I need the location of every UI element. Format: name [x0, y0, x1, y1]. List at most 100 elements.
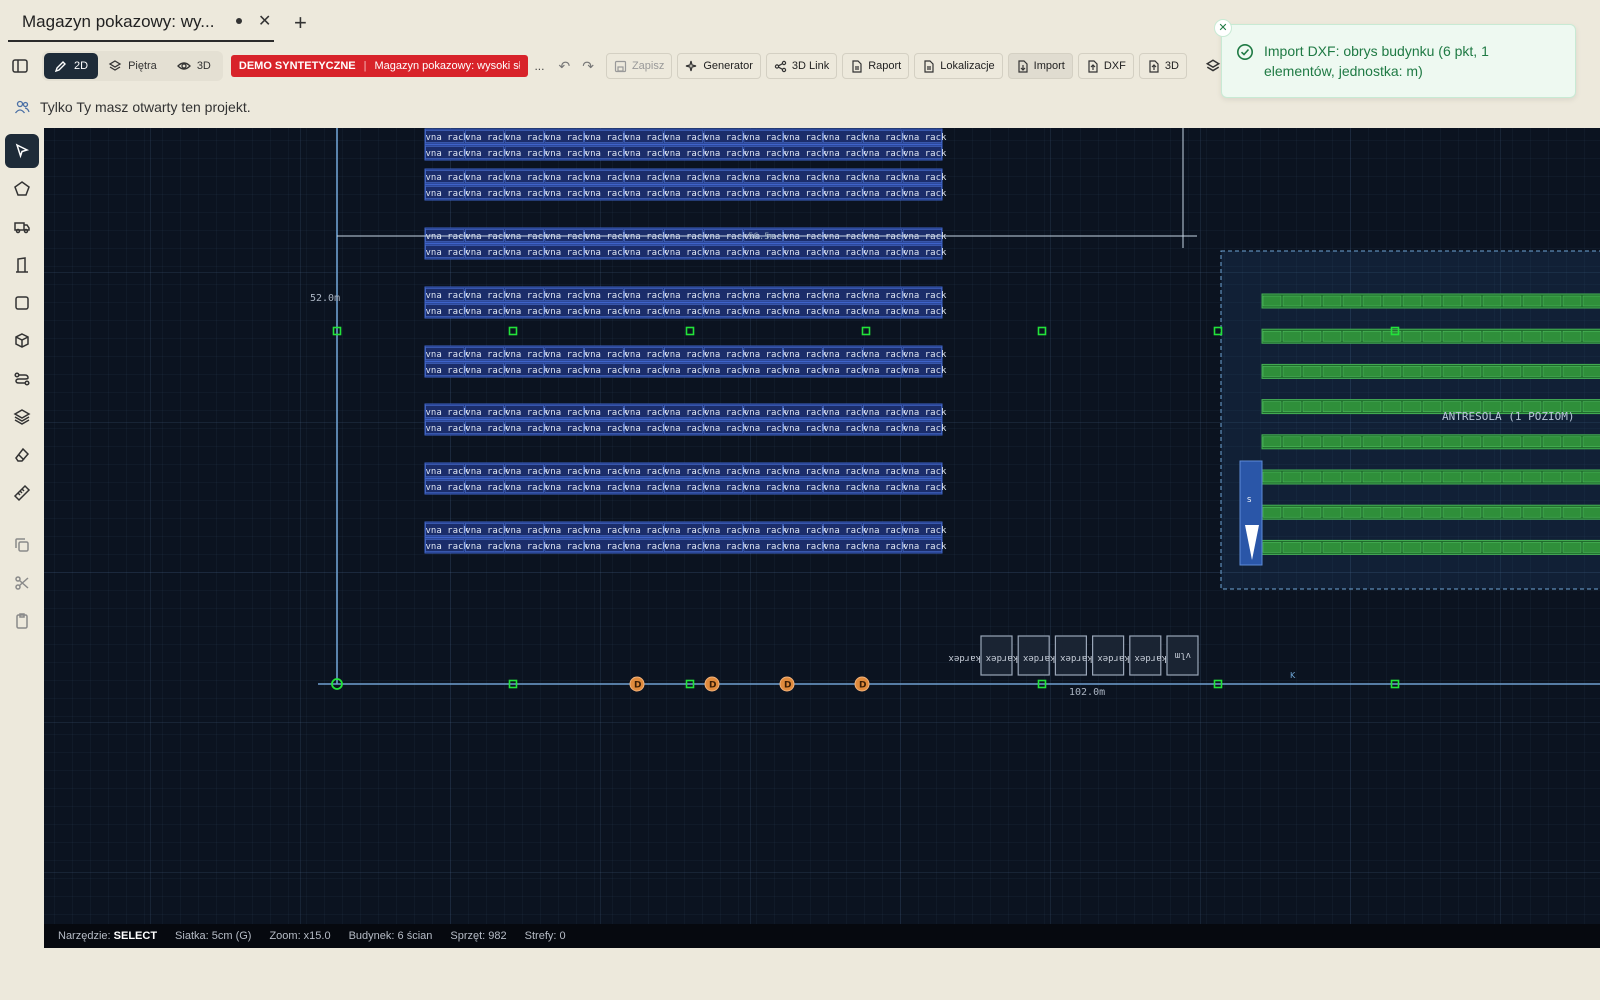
green-rack-bay[interactable]	[1342, 401, 1362, 412]
green-rack-bay[interactable]	[1462, 471, 1482, 483]
green-rack-bay[interactable]	[1482, 295, 1502, 307]
green-rack-bay[interactable]	[1402, 436, 1422, 448]
green-rack-bay[interactable]	[1282, 506, 1302, 518]
green-rack-bay[interactable]	[1402, 542, 1422, 553]
vehicle-tool-button[interactable]	[5, 210, 39, 244]
green-rack-bay[interactable]	[1362, 542, 1382, 553]
green-rack-bay[interactable]	[1402, 471, 1422, 483]
green-rack-bay[interactable]	[1282, 366, 1302, 377]
green-rack-bay[interactable]	[1262, 542, 1282, 553]
green-rack-bay[interactable]	[1322, 471, 1342, 483]
green-rack-bay[interactable]	[1442, 542, 1462, 553]
green-rack-bay[interactable]	[1562, 542, 1582, 553]
new-tab-button[interactable]: +	[294, 10, 307, 36]
mode-3d-button[interactable]: 3D	[167, 53, 221, 79]
green-rack-bay[interactable]	[1382, 401, 1402, 412]
green-rack-bay[interactable]	[1322, 401, 1342, 412]
green-rack-bay[interactable]	[1542, 506, 1562, 518]
green-rack-bay[interactable]	[1582, 471, 1600, 483]
redo-icon[interactable]: ↷	[582, 58, 594, 75]
green-rack-bay[interactable]	[1502, 366, 1522, 377]
green-rack-bay[interactable]	[1262, 471, 1282, 483]
green-rack-bay[interactable]	[1582, 436, 1600, 448]
green-rack-bay[interactable]	[1522, 471, 1542, 483]
green-rack-bay[interactable]	[1342, 295, 1362, 307]
cut-button[interactable]	[5, 566, 39, 600]
green-rack-bay[interactable]	[1362, 436, 1382, 448]
green-rack-bay[interactable]	[1262, 506, 1282, 518]
green-rack-bay[interactable]	[1362, 366, 1382, 377]
green-rack-bay[interactable]	[1482, 542, 1502, 553]
green-rack-bay[interactable]	[1582, 542, 1600, 553]
green-rack-bay[interactable]	[1342, 436, 1362, 448]
green-rack-bay[interactable]	[1462, 295, 1482, 307]
green-rack-bay[interactable]	[1582, 506, 1600, 518]
green-rack-bay[interactable]	[1502, 295, 1522, 307]
green-rack-bay[interactable]	[1422, 295, 1442, 307]
kardex-units[interactable]: kardex kardex kardex kardex kardex kardex vlm	[948, 635, 1199, 676]
copy-button[interactable]	[5, 528, 39, 562]
green-rack-bay[interactable]	[1362, 330, 1382, 342]
green-rack-bay[interactable]	[1262, 330, 1282, 342]
green-rack-bay[interactable]	[1542, 330, 1562, 342]
green-rack-bay[interactable]	[1282, 401, 1302, 412]
green-rack-bay[interactable]	[1322, 506, 1342, 518]
green-rack-bay[interactable]	[1542, 366, 1562, 377]
green-rack-bay[interactable]	[1422, 506, 1442, 518]
green-rack-bay[interactable]	[1322, 542, 1342, 553]
green-rack-bay[interactable]	[1422, 471, 1442, 483]
green-rack-bay[interactable]	[1502, 330, 1522, 342]
green-rack-bay[interactable]	[1302, 401, 1322, 412]
green-rack-bay[interactable]	[1522, 330, 1542, 342]
green-rack-bay[interactable]	[1262, 295, 1282, 307]
vna-rack-group[interactable]: vna rackvna rackvna rackvna rackvna rack…	[424, 128, 947, 554]
green-rack-bay[interactable]	[1462, 542, 1482, 553]
green-rack-bay[interactable]	[1522, 366, 1542, 377]
green-rack-bay[interactable]	[1282, 330, 1302, 342]
project-tab[interactable]: Magazyn pokazowy: wy... ✕	[8, 4, 274, 42]
green-rack-bay[interactable]	[1282, 295, 1302, 307]
green-rack-bay[interactable]	[1522, 295, 1542, 307]
green-rack-bay[interactable]	[1562, 471, 1582, 483]
paste-button[interactable]	[5, 604, 39, 638]
green-rack-bay[interactable]	[1322, 436, 1342, 448]
select-tool-button[interactable]	[5, 134, 39, 168]
green-rack-bay[interactable]	[1582, 366, 1600, 377]
green-rack-bay[interactable]	[1422, 401, 1442, 412]
green-rack-bay[interactable]	[1462, 366, 1482, 377]
green-rack-bay[interactable]	[1562, 436, 1582, 448]
route-tool-button[interactable]	[5, 362, 39, 396]
green-rack-bay[interactable]	[1322, 330, 1342, 342]
green-rack-bay[interactable]	[1302, 436, 1322, 448]
green-rack-bay[interactable]	[1442, 471, 1462, 483]
green-rack-bay[interactable]	[1422, 436, 1442, 448]
green-rack-bay[interactable]	[1342, 471, 1362, 483]
green-rack-bay[interactable]	[1382, 542, 1402, 553]
green-rack-bay[interactable]	[1302, 471, 1322, 483]
green-rack-bay[interactable]	[1382, 366, 1402, 377]
green-rack-bay[interactable]	[1582, 295, 1600, 307]
floorplan-canvas[interactable]: vna rack vna rack vna rack vna rack vna rack…	[44, 128, 1600, 924]
vertex-handle[interactable]	[1037, 326, 1047, 336]
green-rack-bay[interactable]	[1362, 295, 1382, 307]
undo-icon[interactable]: ↶	[558, 58, 570, 75]
green-rack-bay[interactable]	[1282, 436, 1302, 448]
green-rack-bay[interactable]	[1442, 366, 1462, 377]
eraser-tool-button[interactable]	[5, 438, 39, 472]
green-rack-bay[interactable]	[1282, 542, 1302, 553]
green-rack-bay[interactable]	[1402, 366, 1422, 377]
vertex-handle[interactable]	[508, 326, 518, 336]
mezzanine-zone[interactable]: ANTRESOLA (1 POZIOM) S	[1220, 250, 1600, 590]
green-rack-bay[interactable]	[1342, 542, 1362, 553]
sidebar-toggle-icon[interactable]	[8, 54, 32, 78]
green-rack-bay[interactable]	[1402, 330, 1422, 342]
green-rack-bay[interactable]	[1302, 330, 1322, 342]
green-rack-bay[interactable]	[1582, 330, 1600, 342]
green-rack-bay[interactable]	[1502, 471, 1522, 483]
green-rack-bay[interactable]	[1302, 366, 1322, 377]
green-rack-bay[interactable]	[1402, 506, 1422, 518]
green-rack-bay[interactable]	[1422, 330, 1442, 342]
toast-close-icon[interactable]: ✕	[1214, 19, 1232, 37]
green-rack-bay[interactable]	[1542, 436, 1562, 448]
generator-button[interactable]: Generator	[677, 53, 761, 79]
